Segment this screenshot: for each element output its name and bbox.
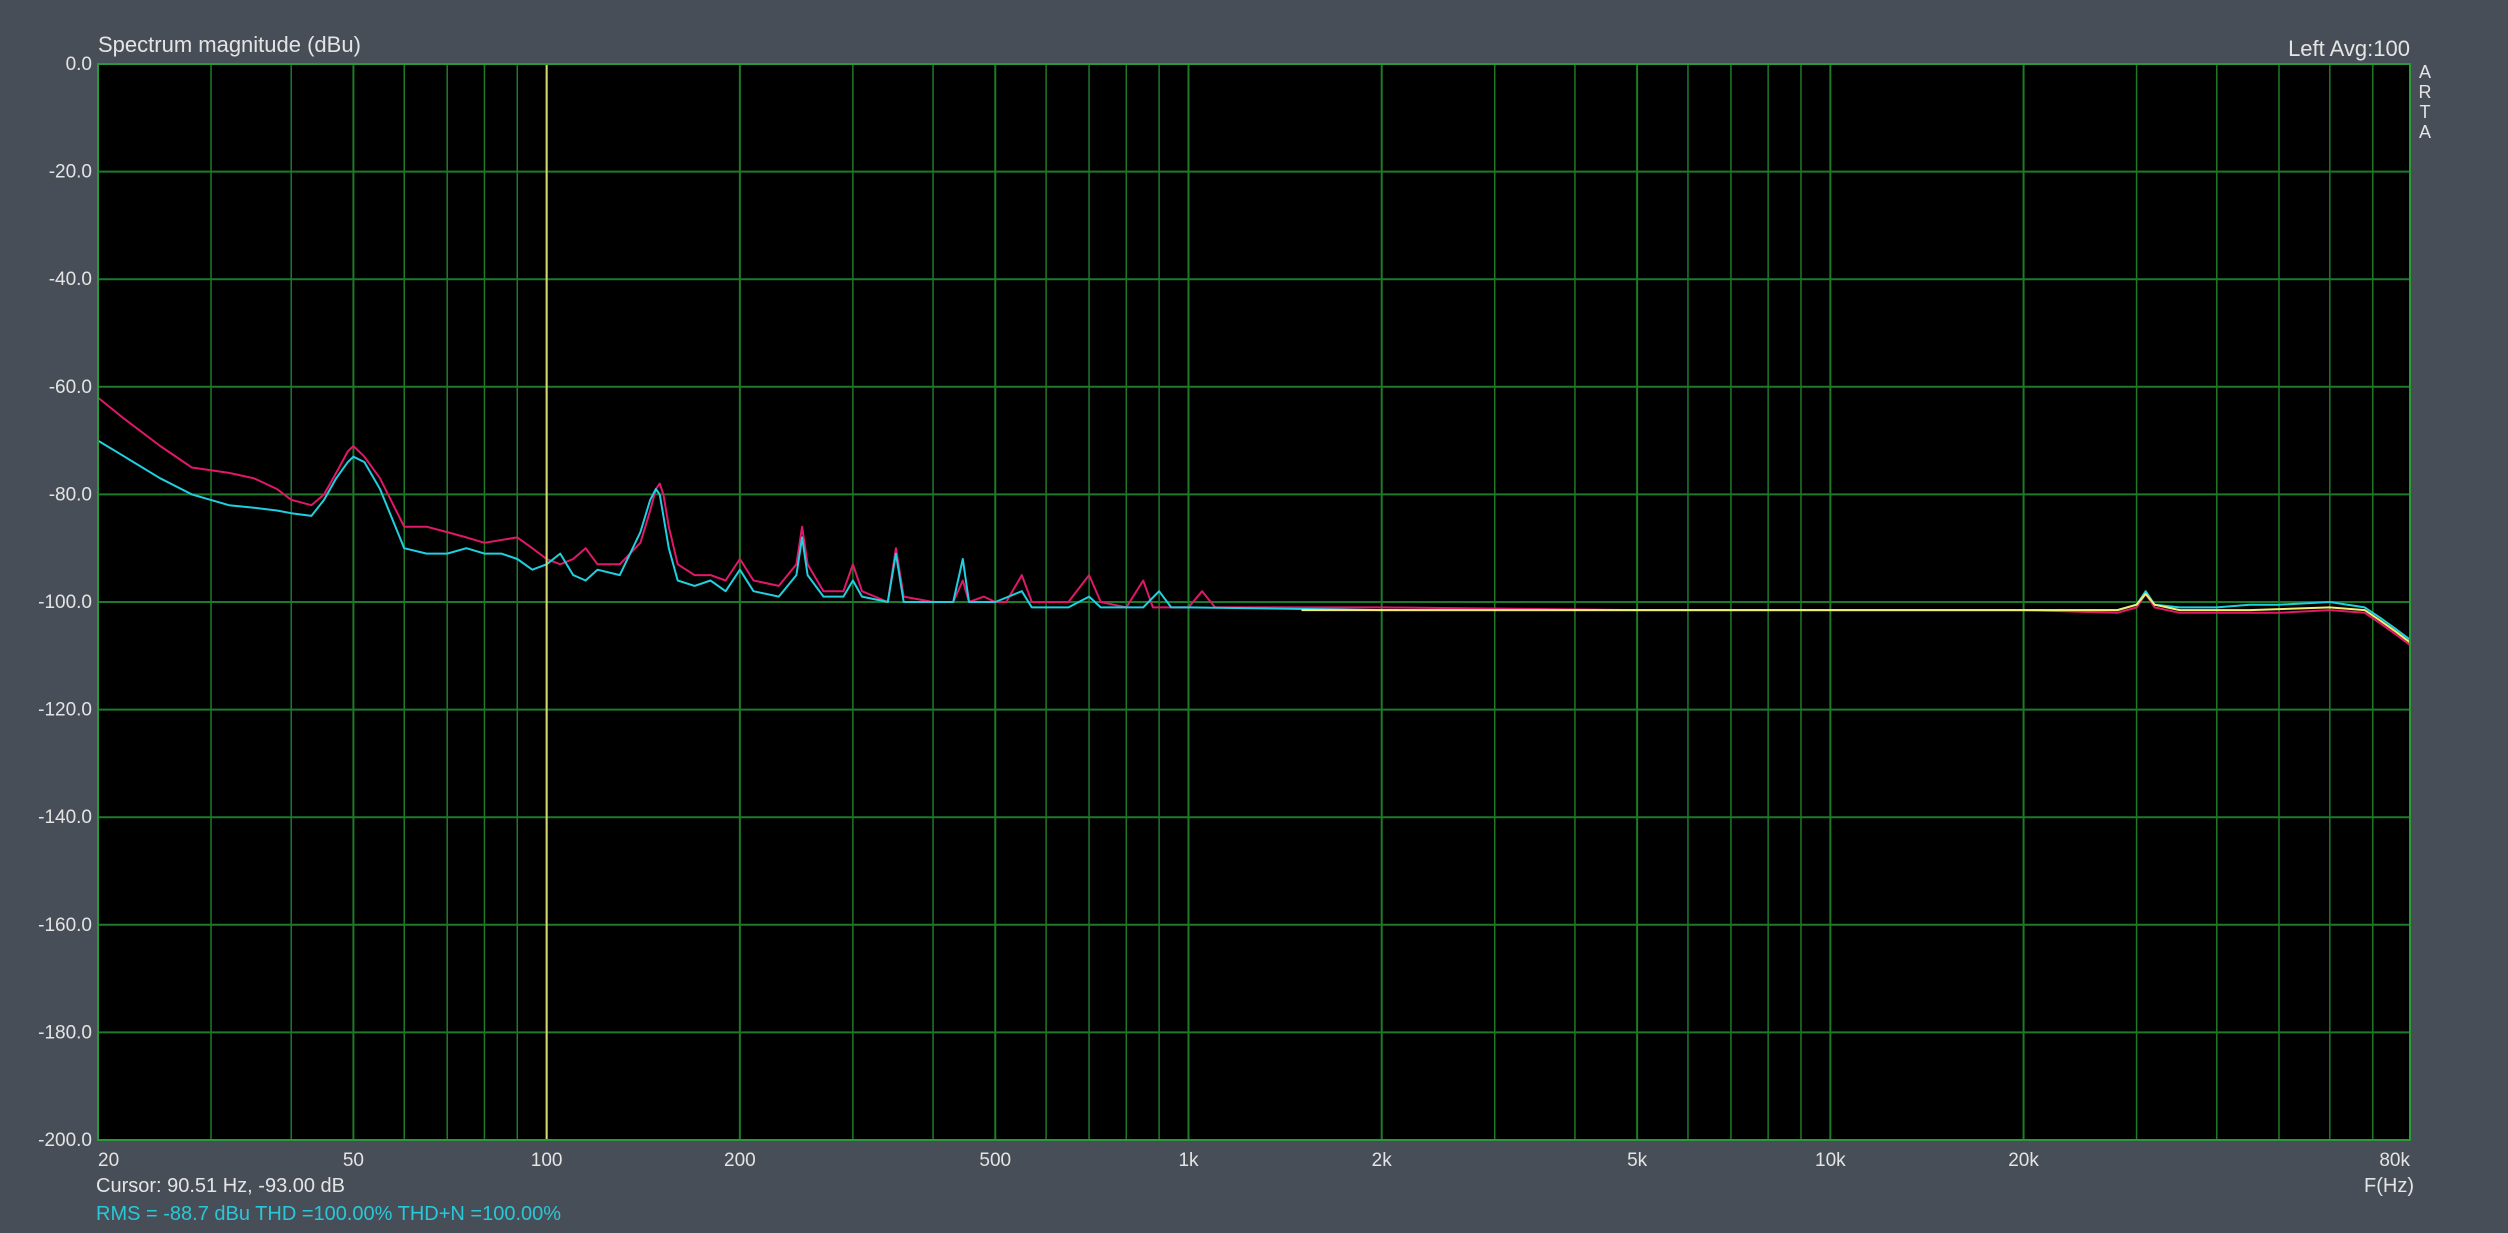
x-tick-label: 200 (724, 1150, 756, 1171)
arta-logo: A R T A (2419, 62, 2432, 142)
x-tick-label: 100 (531, 1150, 563, 1171)
y-tick-label: -20.0 (49, 162, 92, 183)
logo-letter: A (2419, 62, 2431, 82)
x-tick-label: 20 (98, 1150, 119, 1171)
x-tick-label: 1k (1178, 1150, 1199, 1171)
spectrum-chart[interactable]: 0.0 -20.0 -40.0 -60.0 -80.0 -100.0 -120.0 -140.… (0, 0, 2508, 1228)
y-tick-label: 0.0 (66, 54, 92, 75)
chart-title: Spectrum magnitude (dBu) (98, 32, 361, 57)
y-tick-label: -100.0 (38, 592, 92, 613)
y-tick-label: -180.0 (38, 1022, 92, 1043)
logo-letter: A (2419, 122, 2431, 142)
arta-spectrum-window: 0.0 -20.0 -40.0 -60.0 -80.0 -100.0 -120.0 -140.… (0, 0, 2508, 1228)
cursor-readout: Cursor: 90.51 Hz, -93.00 dB (96, 1175, 345, 1197)
y-axis-ticks: 0.0 -20.0 -40.0 -60.0 -80.0 -100.0 -120.0 -140.… (38, 54, 92, 1151)
x-tick-label: 5k (1627, 1150, 1648, 1171)
x-tick-label: 20k (2008, 1150, 2039, 1171)
stats-readout: RMS = -88.7 dBu THD =100.00% THD+N =100.… (96, 1203, 561, 1225)
x-axis-unit-label: F(Hz) (2364, 1175, 2414, 1197)
y-tick-label: -200.0 (38, 1130, 92, 1151)
y-tick-label: -160.0 (38, 915, 92, 936)
x-tick-label: 500 (979, 1150, 1011, 1171)
y-tick-label: -80.0 (49, 484, 92, 505)
channel-info: Left Avg:100 (2288, 36, 2410, 61)
x-axis-ticks: 20 50 100 200 500 1k 2k 5k 10k 20k 80k (98, 1150, 2410, 1171)
x-tick-label: 10k (1815, 1150, 1846, 1171)
y-tick-label: -140.0 (38, 807, 92, 828)
y-tick-label: -40.0 (49, 269, 92, 290)
logo-letter: R (2419, 82, 2432, 102)
x-tick-label: 50 (343, 1150, 364, 1171)
x-tick-label: 80k (2379, 1150, 2410, 1171)
x-tick-label: 2k (1372, 1150, 1393, 1171)
y-tick-label: -120.0 (38, 700, 92, 721)
y-tick-label: -60.0 (49, 377, 92, 398)
logo-letter: T (2420, 102, 2431, 122)
